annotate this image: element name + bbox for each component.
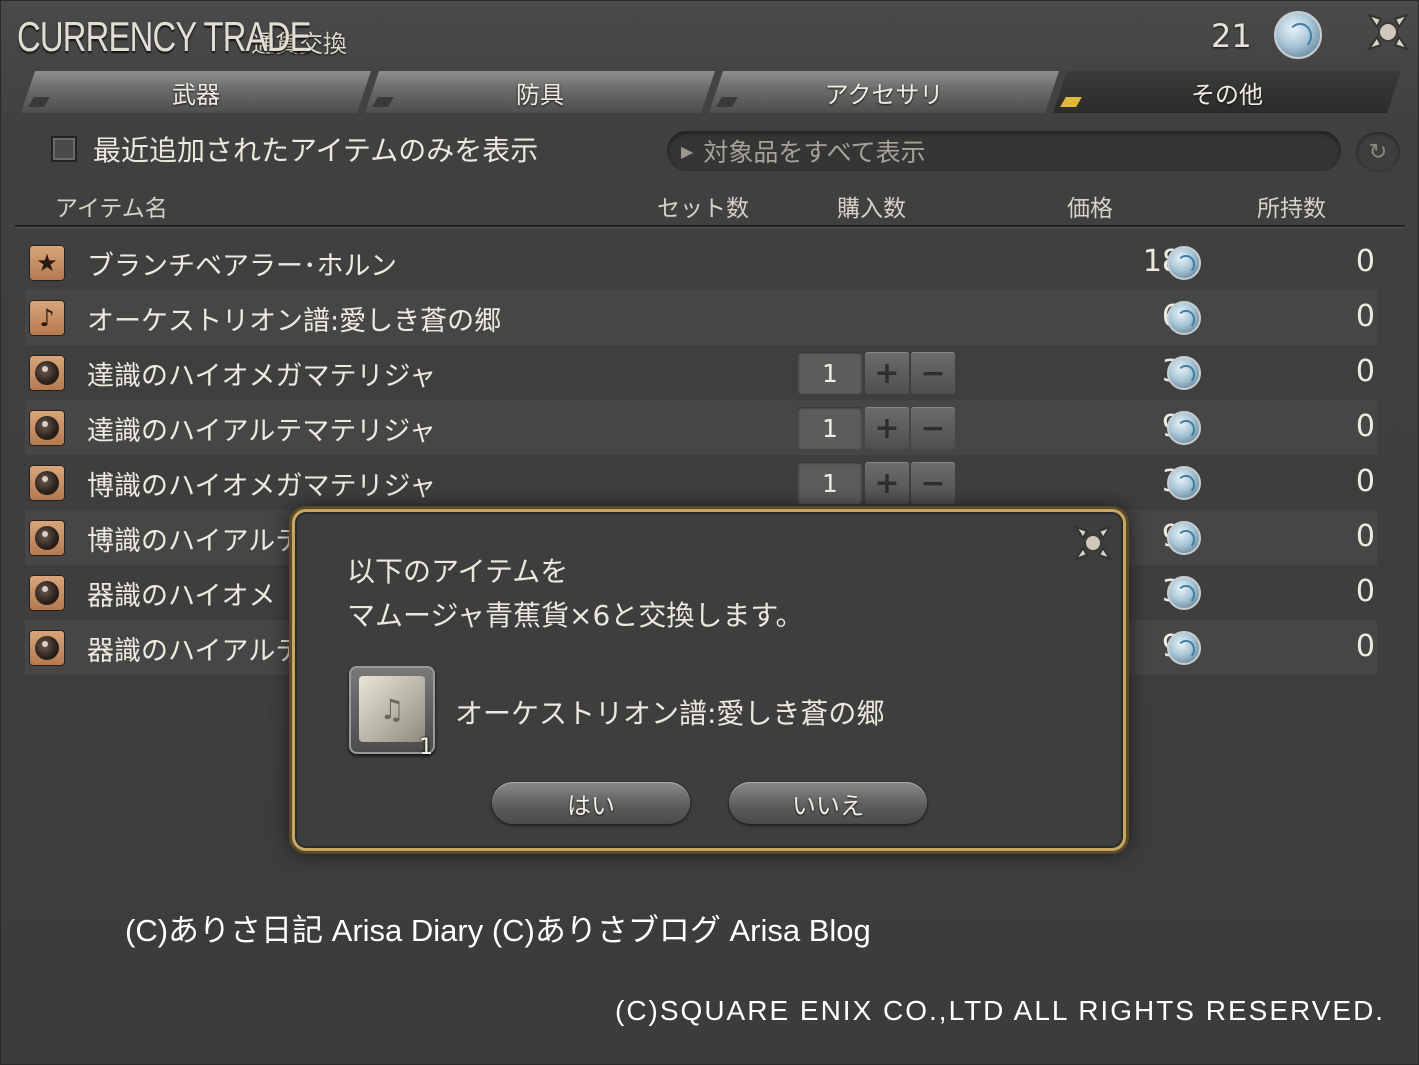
decrement-button[interactable]: − [911, 407, 955, 449]
item-filter-dropdown[interactable]: ▶ 対象品をすべて表示 [667, 131, 1341, 171]
dialog-item-name: オーケストリオン譜:愛しき蒼の郷 [455, 697, 885, 730]
window-title-main: CURRENCY TRADE [17, 13, 311, 60]
dialog-message-line2: マムージャ青蕉貨×6と交換します。 [347, 599, 804, 632]
item-owned: 0 [1355, 464, 1375, 499]
quantity-field[interactable]: 1 [798, 462, 862, 504]
item-name: ブランチベアラー･ホルン [87, 251, 397, 282]
column-header-set-count: セット数 [657, 196, 749, 222]
item-owned: 0 [1355, 354, 1375, 389]
tab-label: 武器 [172, 80, 220, 109]
music-note-icon: ♪ [29, 300, 65, 336]
table-row[interactable]: ★ ブランチベアラー･ホルン 18 0 [25, 235, 1377, 290]
item-stack-count: 1 [419, 735, 433, 760]
category-tabs: 武器 防具 アクセサリ その他 [21, 71, 1401, 117]
tab-label: その他 [1191, 80, 1263, 109]
tab-other[interactable]: その他 [1053, 71, 1401, 113]
item-name: 博識のハイオメガマテリジャ [87, 471, 437, 502]
blog-watermark: (C)ありさ日記 Arisa Diary (C)ありさブログ Arisa Blo… [125, 913, 871, 948]
table-row[interactable]: 博識のハイオメガマテリジャ 1 + − 3 0 [25, 455, 1377, 510]
item-owned: 0 [1355, 574, 1375, 609]
header-divider [15, 225, 1405, 227]
currency-trade-window: CURRENCY TRADE 通貨交換 21 武器 防具 アクセサリ その他 最… [0, 0, 1419, 1065]
confirm-exchange-dialog: 以下のアイテムを マムージャ青蕉貨×6と交換します。 ♫ 1 オーケストリオン譜… [292, 509, 1126, 851]
column-header-owned: 所持数 [1257, 196, 1326, 222]
currency-count: 21 [1211, 17, 1252, 55]
recent-filter: 最近追加されたアイテムのみを表示 [51, 129, 538, 169]
blue-coin-icon [1167, 576, 1201, 610]
recent-items-label: 最近追加されたアイテムのみを表示 [93, 134, 539, 167]
item-owned: 0 [1355, 299, 1375, 334]
decrement-button[interactable]: − [911, 462, 955, 504]
quantity-field[interactable]: 1 [798, 407, 862, 449]
dialog-message: 以下のアイテムを マムージャ青蕉貨×6と交換します。 [347, 550, 804, 638]
table-row[interactable]: 達識のハイアルテマテリジャ 1 + − 9 0 [25, 400, 1377, 455]
item-owned: 0 [1355, 519, 1375, 554]
close-button[interactable] [1363, 9, 1413, 55]
blue-coin-icon [1274, 11, 1322, 59]
blue-coin-icon [1167, 301, 1201, 335]
dialog-close-button[interactable] [1071, 522, 1115, 564]
tab-label: アクセサリ [824, 80, 944, 109]
copyright-notice: (C)SQUARE ENIX CO.,LTD ALL RIGHTS RESERV… [615, 995, 1386, 1026]
refresh-button[interactable]: ↻ [1356, 132, 1400, 172]
column-header-name: アイテム名 [55, 196, 168, 222]
recent-items-checkbox[interactable] [51, 136, 77, 162]
item-name: 達識のハイオメガマテリジャ [87, 361, 437, 392]
increment-button[interactable]: + [865, 352, 909, 394]
increment-button[interactable]: + [865, 407, 909, 449]
blue-coin-icon [1167, 631, 1201, 665]
refresh-icon: ↻ [1368, 139, 1388, 165]
blue-coin-icon [1167, 356, 1201, 390]
item-name: 器識のハイアルテ [87, 636, 303, 667]
item-slot[interactable]: ♫ 1 [349, 666, 435, 760]
materia-icon [29, 465, 65, 501]
item-name: 博識のハイアルテ [87, 526, 303, 557]
blue-coin-icon [1167, 246, 1201, 280]
tab-weapons[interactable]: 武器 [21, 71, 371, 113]
blue-coin-icon [1167, 466, 1201, 500]
item-name: 器識のハイオメ [87, 581, 276, 612]
item-name: 達識のハイアルテマテリジャ [87, 416, 436, 447]
item-owned: 0 [1355, 244, 1375, 279]
materia-icon [29, 575, 65, 611]
close-icon [1073, 525, 1113, 561]
materia-icon [29, 630, 65, 666]
close-icon [1366, 13, 1410, 51]
blue-coin-icon [1167, 411, 1201, 445]
table-row[interactable]: ♪ オーケストリオン譜:愛しき蒼の郷 6 0 [25, 290, 1377, 345]
materia-icon [29, 520, 65, 556]
orchestrion-roll-icon: ♫ [359, 676, 425, 742]
materia-icon [29, 355, 65, 391]
yes-button[interactable]: はい [492, 782, 690, 824]
dropdown-arrow-icon: ▶ [681, 141, 694, 161]
blue-coin-icon [1167, 521, 1201, 555]
item-owned: 0 [1355, 629, 1375, 664]
decrement-button[interactable]: − [911, 352, 955, 394]
item-owned: 0 [1355, 409, 1375, 444]
window-title: CURRENCY TRADE 通貨交換 [17, 13, 347, 61]
tab-armor[interactable]: 防具 [365, 71, 715, 113]
quantity-field[interactable]: 1 [798, 352, 862, 394]
tab-accessories[interactable]: アクセサリ [709, 71, 1059, 113]
item-name: オーケストリオン譜:愛しき蒼の郷 [87, 306, 502, 337]
star-icon: ★ [29, 245, 65, 281]
column-header-price: 価格 [1067, 196, 1113, 222]
materia-icon [29, 410, 65, 446]
tab-label: 防具 [516, 80, 564, 109]
no-button[interactable]: いいえ [729, 782, 927, 824]
increment-button[interactable]: + [865, 462, 909, 504]
dropdown-value: 対象品をすべて表示 [703, 138, 926, 167]
column-header-purchase-count: 購入数 [837, 196, 906, 222]
table-row[interactable]: 達識のハイオメガマテリジャ 1 + − 3 0 [25, 345, 1377, 400]
dialog-message-line1: 以下のアイテムを [347, 555, 569, 588]
